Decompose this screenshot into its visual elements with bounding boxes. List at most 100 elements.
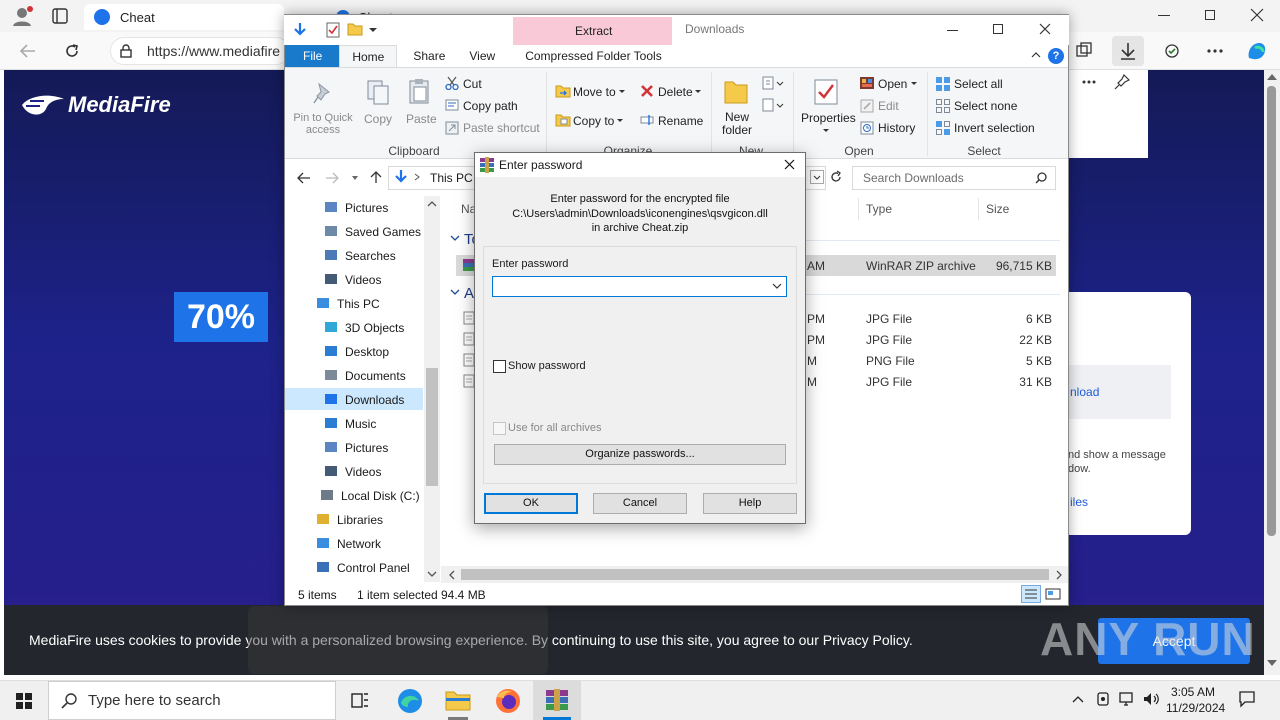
download-icon[interactable]	[1112, 36, 1144, 66]
scroll-down-icon[interactable]	[1267, 660, 1277, 666]
help-button[interactable]: Help	[703, 493, 797, 514]
nav-item[interactable]: Music	[345, 412, 376, 436]
paste-button[interactable]: Paste	[406, 112, 437, 126]
start-button[interactable]	[0, 681, 48, 720]
copy-to-button[interactable]: Copy to	[573, 114, 614, 128]
tab-home[interactable]: Home	[339, 44, 398, 68]
volume-tray-icon[interactable]	[1142, 691, 1160, 707]
properties-button[interactable]: Properties	[801, 111, 856, 125]
nav-scroll-down-icon[interactable]	[427, 571, 437, 577]
qat-dropdown-icon[interactable]	[369, 28, 377, 32]
notifications-icon[interactable]	[1238, 690, 1256, 708]
address-dropdown-icon[interactable]	[810, 170, 824, 184]
show-password-label[interactable]: Show password	[508, 360, 586, 372]
column-type[interactable]: Type	[866, 202, 892, 216]
nav-item[interactable]: Local Disk (C:)	[341, 484, 420, 508]
new-folder-qat-icon[interactable]	[347, 22, 363, 36]
nav-item[interactable]: This PC	[337, 292, 380, 316]
profile-icon[interactable]	[10, 5, 34, 27]
tab-compressed-folder-tools[interactable]: Compressed Folder Tools	[513, 45, 674, 67]
column-size[interactable]: Size	[986, 202, 1009, 216]
help-icon[interactable]: ?	[1048, 48, 1064, 64]
scroll-up-icon[interactable]	[1267, 74, 1277, 80]
new-item-icon[interactable]	[762, 76, 784, 90]
edge-taskbar-icon[interactable]	[386, 681, 434, 720]
collections-icon[interactable]	[1075, 42, 1093, 60]
lock-icon[interactable]	[120, 44, 132, 58]
nav-item[interactable]: Desktop	[345, 340, 389, 364]
tab-file[interactable]: File	[285, 45, 340, 67]
combobox-dropdown-icon[interactable]	[771, 281, 783, 291]
rename-button[interactable]: Rename	[658, 114, 703, 128]
nav-item[interactable]: Pictures	[345, 436, 388, 460]
cancel-button[interactable]: Cancel	[593, 493, 687, 514]
group-earlier-chevron-icon[interactable]	[450, 289, 460, 295]
move-to-button[interactable]: Move to	[573, 85, 616, 99]
group-today-chevron-icon[interactable]	[450, 235, 460, 241]
restore-icon[interactable]	[1205, 10, 1215, 20]
tab-view[interactable]: View	[457, 45, 507, 67]
nav-item[interactable]: Saved Games	[345, 220, 421, 244]
network-tray-icon[interactable]	[1118, 691, 1136, 707]
cut-button[interactable]: Cut	[463, 77, 482, 91]
more-icon[interactable]	[1082, 80, 1096, 84]
large-icons-view-icon[interactable]	[1045, 587, 1061, 601]
firefox-taskbar-icon[interactable]	[484, 681, 532, 720]
paste-shortcut-button[interactable]: Paste shortcut	[463, 121, 540, 135]
back-icon[interactable]	[297, 172, 311, 184]
easy-access-icon[interactable]	[762, 98, 784, 112]
forward-icon[interactable]	[325, 172, 339, 184]
search-field[interactable]: Search Downloads	[852, 166, 1056, 190]
back-icon[interactable]	[20, 44, 36, 58]
hscroll-right-icon[interactable]	[1056, 570, 1062, 580]
history-button[interactable]: History	[878, 121, 915, 135]
open-button[interactable]: Open	[878, 77, 907, 91]
close-icon[interactable]	[1250, 8, 1264, 22]
up-icon[interactable]	[370, 170, 382, 184]
edit-button[interactable]: Edit	[878, 99, 899, 113]
extensions-icon[interactable]	[1163, 42, 1181, 60]
pin-icon[interactable]	[1114, 74, 1130, 90]
nav-item[interactable]: Pictures	[345, 196, 388, 220]
browser-tab[interactable]: Cheat	[84, 4, 284, 30]
nav-item[interactable]: Network	[337, 532, 381, 556]
quick-access-down-icon[interactable]	[292, 22, 308, 38]
password-combobox[interactable]	[492, 276, 787, 297]
select-none-button[interactable]: Select none	[954, 99, 1017, 113]
nav-item[interactable]: 3D Objects	[345, 316, 404, 340]
pin-to-quick-access-button[interactable]: Pin to Quick access	[290, 112, 356, 136]
nav-item[interactable]: Videos	[345, 268, 381, 292]
use-for-all-checkbox[interactable]	[493, 422, 506, 435]
minimize-icon[interactable]	[947, 30, 958, 31]
breadcrumb-this-pc[interactable]: This PC	[430, 171, 473, 185]
copy-path-button[interactable]: Copy path	[463, 99, 518, 113]
download-link[interactable]: nload	[1070, 385, 1099, 399]
file-explorer-taskbar-icon[interactable]	[434, 681, 482, 720]
ok-button[interactable]: OK	[484, 493, 578, 514]
context-tab-extract[interactable]: Extract	[575, 24, 612, 38]
nav-item[interactable]: Libraries	[337, 508, 383, 532]
winrar-taskbar-icon[interactable]	[533, 681, 581, 720]
copy-button[interactable]: Copy	[364, 112, 392, 126]
details-view-icon[interactable]	[1021, 585, 1041, 603]
close-icon[interactable]	[1039, 23, 1051, 35]
url-field[interactable]: https://www.mediafire	[110, 37, 290, 65]
refresh-icon[interactable]	[829, 170, 843, 184]
select-all-button[interactable]: Select all	[954, 77, 1003, 91]
hscroll-thumb[interactable]	[461, 569, 1049, 580]
organize-passwords-button[interactable]: Organize passwords...	[494, 444, 786, 465]
nav-scroll-up-icon[interactable]	[427, 201, 437, 207]
show-password-checkbox[interactable]	[493, 360, 506, 373]
properties-qat-icon[interactable]	[326, 22, 340, 38]
copilot-icon[interactable]	[1245, 40, 1269, 62]
tab-share[interactable]: Share	[401, 45, 457, 67]
maximize-icon[interactable]	[993, 24, 1003, 34]
close-icon[interactable]	[784, 159, 795, 170]
delete-button[interactable]: Delete	[658, 85, 693, 99]
task-view-icon[interactable]	[336, 681, 384, 720]
minimize-icon[interactable]	[1158, 15, 1170, 16]
nav-item[interactable]: Searches	[345, 244, 396, 268]
taskbar-search[interactable]: Type here to search	[48, 681, 336, 720]
clock[interactable]: 3:05 AM 11/29/2024	[1166, 684, 1225, 716]
security-tray-icon[interactable]	[1096, 691, 1110, 707]
